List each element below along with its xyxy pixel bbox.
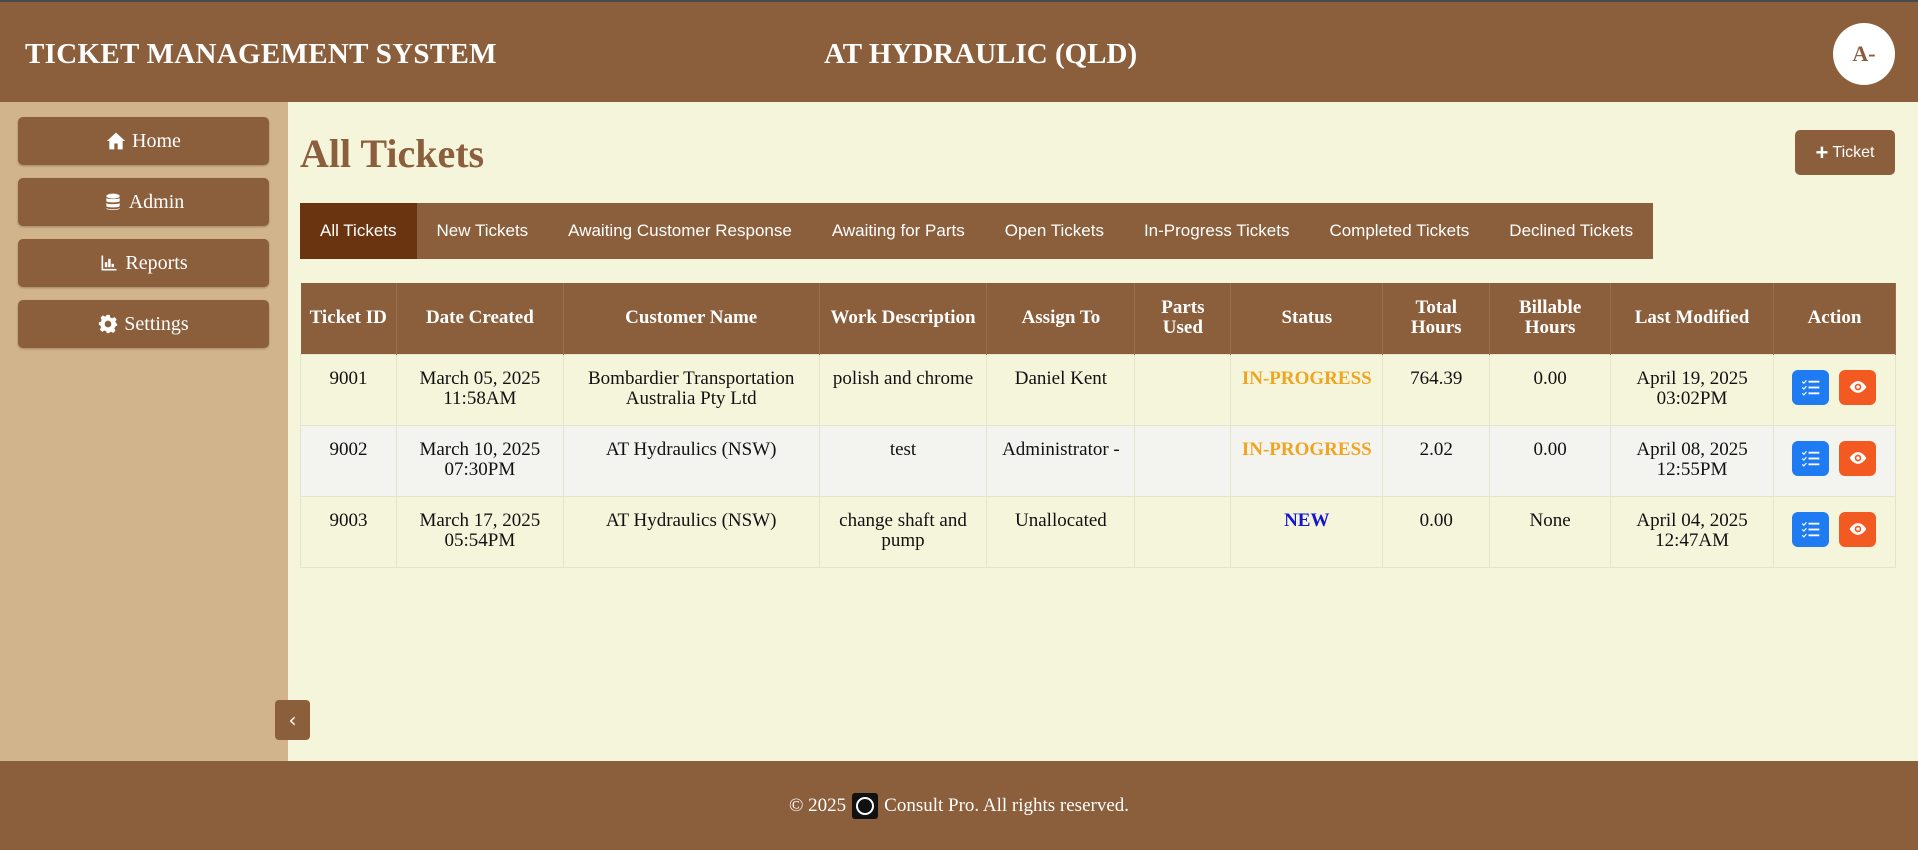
sidebar-item-label: Home bbox=[132, 129, 181, 152]
company-name: AT HYDRAULIC (QLD) bbox=[824, 38, 1138, 70]
cell-actions bbox=[1772, 495, 1897, 568]
cell-parts-used bbox=[1134, 353, 1232, 426]
sidebar-item-settings[interactable]: Settings bbox=[18, 300, 269, 348]
cell-total-hours: 0.00 bbox=[1382, 495, 1491, 568]
view-ticket-button[interactable] bbox=[1839, 511, 1877, 547]
table-header-row: Ticket ID Date Created Customer Name Wor… bbox=[300, 283, 1897, 354]
column-header[interactable]: Work Description bbox=[819, 283, 988, 354]
ticket-tabs: All Tickets New Tickets Awaiting Custome… bbox=[300, 203, 1654, 259]
database-icon bbox=[106, 193, 120, 210]
plus-icon: + bbox=[1815, 139, 1829, 165]
column-header[interactable]: Date Created bbox=[396, 283, 564, 354]
view-ticket-button[interactable] bbox=[1839, 369, 1877, 405]
checklist-icon bbox=[1801, 379, 1820, 396]
cell-last-modified: April 08, 2025 12:55PM bbox=[1610, 424, 1774, 497]
column-header[interactable]: Customer Name bbox=[563, 283, 820, 354]
tickets-table: Ticket ID Date Created Customer Name Wor… bbox=[300, 283, 1897, 568]
add-ticket-button[interactable]: + Ticket bbox=[1795, 130, 1895, 175]
sidebar: Home Admin Reports Settings bbox=[0, 102, 288, 761]
cell-ticket-id: 9001 bbox=[300, 353, 397, 426]
cell-date-created: March 05, 2025 11:58AM bbox=[395, 353, 564, 426]
cell-last-modified: April 04, 2025 12:47AM bbox=[1610, 495, 1774, 568]
cell-work-description: change shaft and pump bbox=[818, 495, 988, 568]
cell-total-hours: 2.02 bbox=[1382, 424, 1491, 497]
cell-assign-to: Administrator - bbox=[986, 424, 1136, 497]
tab-all-tickets[interactable]: All Tickets bbox=[300, 203, 417, 259]
sidebar-item-reports[interactable]: Reports bbox=[18, 239, 269, 287]
task-list-button[interactable] bbox=[1792, 511, 1830, 547]
cell-customer-name: Bombardier Transportation Australia Pty … bbox=[562, 353, 820, 426]
status-badge: IN-PROGRESS bbox=[1230, 353, 1384, 426]
cell-billable-hours: 0.00 bbox=[1489, 353, 1612, 426]
task-list-button[interactable] bbox=[1792, 369, 1830, 405]
cell-work-description: test bbox=[818, 424, 988, 497]
eye-icon bbox=[1849, 381, 1867, 393]
column-header[interactable]: Last Modified bbox=[1610, 283, 1774, 354]
sidebar-item-admin[interactable]: Admin bbox=[18, 178, 269, 226]
top-header: TICKET MANAGEMENT SYSTEM AT HYDRAULIC (Q… bbox=[0, 0, 1918, 102]
status-badge: NEW bbox=[1230, 495, 1384, 568]
tab-new-tickets[interactable]: New Tickets bbox=[417, 203, 549, 259]
cell-parts-used bbox=[1134, 424, 1232, 497]
tab-in-progress-tickets[interactable]: In-Progress Tickets bbox=[1124, 203, 1310, 259]
column-header[interactable]: Status bbox=[1230, 283, 1384, 354]
column-header[interactable]: Total Hours bbox=[1382, 283, 1491, 354]
eye-icon bbox=[1849, 523, 1867, 535]
view-ticket-button[interactable] bbox=[1839, 440, 1877, 476]
checklist-icon bbox=[1801, 521, 1820, 538]
column-header: Action bbox=[1773, 283, 1897, 354]
column-header[interactable]: Ticket ID bbox=[300, 283, 397, 354]
table-row: 9003 March 17, 2025 05:54PM AT Hydraulic… bbox=[300, 495, 1897, 568]
tab-open-tickets[interactable]: Open Tickets bbox=[985, 203, 1124, 259]
tab-completed-tickets[interactable]: Completed Tickets bbox=[1309, 203, 1489, 259]
status-badge: IN-PROGRESS bbox=[1230, 424, 1384, 497]
cell-ticket-id: 9002 bbox=[300, 424, 397, 497]
cell-billable-hours: None bbox=[1489, 495, 1612, 568]
sidebar-item-home[interactable]: Home bbox=[18, 117, 269, 165]
tab-awaiting-for-parts[interactable]: Awaiting for Parts bbox=[812, 203, 985, 259]
table-row: 9002 March 10, 2025 07:30PM AT Hydraulic… bbox=[300, 424, 1897, 497]
sidebar-item-label: Admin bbox=[128, 190, 185, 213]
chart-icon bbox=[101, 255, 117, 271]
footer-text: Consult Pro. All rights reserved. bbox=[884, 794, 1130, 816]
task-list-button[interactable] bbox=[1792, 440, 1830, 476]
cell-customer-name: AT Hydraulics (NSW) bbox=[562, 424, 820, 497]
column-header[interactable]: Assign To bbox=[986, 283, 1136, 354]
cell-actions bbox=[1772, 353, 1897, 426]
tab-declined-tickets[interactable]: Declined Tickets bbox=[1489, 203, 1653, 259]
checklist-icon bbox=[1801, 450, 1820, 467]
cell-work-description: polish and chrome bbox=[818, 353, 988, 426]
gear-icon bbox=[99, 314, 118, 334]
user-avatar[interactable]: A- bbox=[1833, 23, 1895, 85]
add-ticket-label: Ticket bbox=[1832, 143, 1875, 161]
consult-pro-logo-icon bbox=[852, 792, 879, 819]
cell-customer-name: AT Hydraulics (NSW) bbox=[562, 495, 820, 568]
sidebar-item-label: Settings bbox=[124, 312, 189, 335]
footer: © 2025 Consult Pro. All rights reserved. bbox=[0, 761, 1918, 850]
page-title: All Tickets bbox=[300, 131, 485, 176]
cell-total-hours: 764.39 bbox=[1382, 353, 1491, 426]
cell-assign-to: Unallocated bbox=[986, 495, 1136, 568]
cell-date-created: March 10, 2025 07:30PM bbox=[395, 424, 564, 497]
main-content: All Tickets + Ticket All Tickets New Tic… bbox=[288, 102, 1918, 761]
footer-copyright: © 2025 bbox=[788, 794, 847, 816]
cell-last-modified: April 19, 2025 03:02PM bbox=[1610, 353, 1774, 426]
cell-billable-hours: 0.00 bbox=[1489, 424, 1612, 497]
tab-awaiting-customer-response[interactable]: Awaiting Customer Response bbox=[548, 203, 812, 259]
eye-icon bbox=[1849, 452, 1867, 464]
cell-ticket-id: 9003 bbox=[300, 495, 397, 568]
column-header[interactable]: Parts Used bbox=[1134, 283, 1232, 354]
cell-parts-used bbox=[1134, 495, 1232, 568]
table-row: 9001 March 05, 2025 11:58AM Bombardier T… bbox=[300, 353, 1897, 426]
system-title: TICKET MANAGEMENT SYSTEM bbox=[25, 38, 497, 70]
cell-assign-to: Daniel Kent bbox=[986, 353, 1136, 426]
home-icon bbox=[106, 132, 126, 150]
cell-actions bbox=[1772, 424, 1897, 497]
cell-date-created: March 17, 2025 05:54PM bbox=[395, 495, 564, 568]
column-header[interactable]: Billable Hours bbox=[1489, 283, 1612, 354]
sidebar-item-label: Reports bbox=[125, 251, 188, 274]
